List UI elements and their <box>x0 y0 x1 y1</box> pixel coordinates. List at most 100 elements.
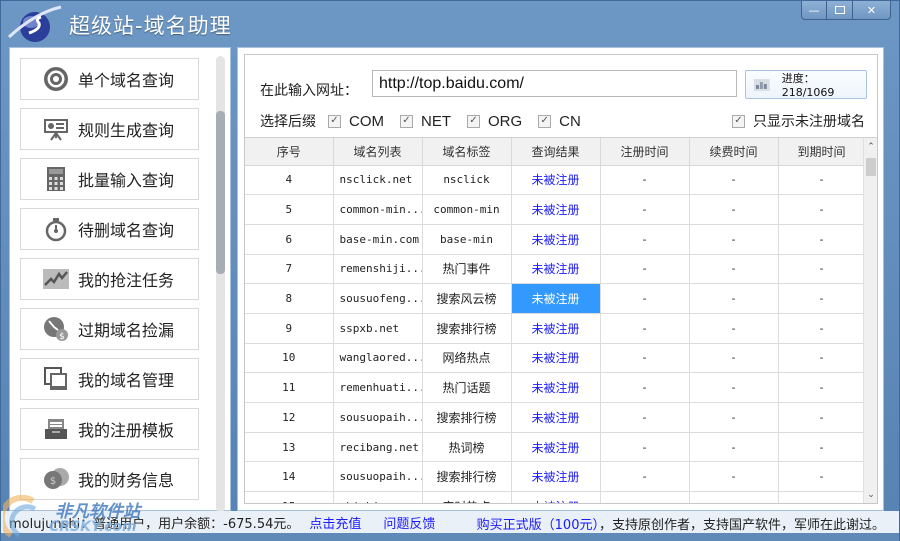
close-button[interactable]: ✕ <box>853 1 891 20</box>
cell-renew-time[interactable]: - <box>689 165 779 196</box>
cell-reg-time[interactable]: - <box>600 402 690 433</box>
scroll-up-icon[interactable]: ⌃ <box>864 140 877 154</box>
table-row[interactable]: 13 recibang.net 热词榜 未被注册 - - - <box>245 432 866 463</box>
cell-expire-time[interactable]: - <box>778 432 866 463</box>
cell-domain[interactable]: sousuopaih... <box>333 402 423 433</box>
cell-no[interactable]: 13 <box>245 432 334 463</box>
cell-reg-time[interactable]: - <box>600 194 690 225</box>
cell-renew-time[interactable]: - <box>689 313 779 344</box>
sidebar-item-reg-templates[interactable]: 我的注册模板 <box>20 408 199 450</box>
sidebar-item-snipe-tasks[interactable]: 我的抢注任务 <box>20 258 199 300</box>
sidebar-item-expired-domains[interactable]: $ 过期域名捡漏 <box>20 308 199 350</box>
cell-expire-time[interactable]: - <box>778 224 866 255</box>
sidebar-item-pending-delete-query[interactable]: 待删域名查询 <box>20 208 199 250</box>
cell-no[interactable]: 11 <box>245 372 334 403</box>
cell-result[interactable]: 未被注册 <box>511 254 601 285</box>
cell-tag[interactable]: 搜索排行榜 <box>422 402 512 433</box>
cell-reg-time[interactable]: - <box>600 224 690 255</box>
cell-expire-time[interactable]: - <box>778 343 866 374</box>
cell-tag[interactable]: 搜索排行榜 <box>422 461 512 493</box>
cell-domain[interactable]: common-min... <box>333 194 423 225</box>
cell-result[interactable]: 未被注册 <box>511 165 601 196</box>
cell-no[interactable]: 5 <box>245 194 334 225</box>
cell-result[interactable]: 未被注册 <box>511 194 601 225</box>
cell-expire-time[interactable]: - <box>778 165 866 196</box>
cell-result[interactable]: 未被注册 <box>511 224 601 255</box>
cell-domain[interactable]: remenhuati... <box>333 372 423 403</box>
cell-tag[interactable]: 热门话题 <box>422 372 512 403</box>
cell-reg-time[interactable]: - <box>600 432 690 463</box>
cell-no[interactable]: 4 <box>245 165 334 196</box>
cell-domain[interactable]: wanglaored... <box>333 343 423 374</box>
cell-no[interactable]: 14 <box>245 461 334 493</box>
sidebar-item-batch-query[interactable]: 批量输入查询 <box>20 158 199 200</box>
cell-tag[interactable]: nsclick <box>422 165 512 196</box>
table-row[interactable]: 8 sousuofeng... 搜索风云榜 未被注册 - - - <box>245 283 866 314</box>
table-row[interactable]: 6 base-min.com base-min 未被注册 - - - <box>245 224 866 255</box>
cell-reg-time[interactable]: - <box>600 343 690 374</box>
cell-domain[interactable]: base-min.com <box>333 224 423 255</box>
cell-domain[interactable]: sousuopaih... <box>333 461 423 493</box>
cell-tag[interactable]: common-min <box>422 194 512 225</box>
sidebar-item-rule-query[interactable]: 规则生成查询 <box>20 108 199 150</box>
suffix-com-checkbox[interactable]: ✓ COM <box>328 113 384 130</box>
cell-expire-time[interactable]: - <box>778 402 866 433</box>
progress-button[interactable]: 进度：218/1069 <box>745 70 867 99</box>
cell-renew-time[interactable]: - <box>689 194 779 225</box>
cell-expire-time[interactable]: - <box>778 254 866 285</box>
only-unregistered-checkbox[interactable]: ✓ 只显示未注册域名 <box>732 111 865 131</box>
column-header-no[interactable]: 序号 <box>245 138 334 166</box>
cell-expire-time[interactable]: - <box>778 283 866 314</box>
cell-expire-time[interactable]: - <box>778 194 866 225</box>
minimize-button[interactable]: — <box>801 1 827 20</box>
checkmark-icon[interactable]: ✓ <box>467 114 480 128</box>
cell-renew-time[interactable]: - <box>689 372 779 403</box>
cell-no[interactable]: 9 <box>245 313 334 344</box>
table-row[interactable]: 15shishire...实时热点未被注册 <box>245 491 866 503</box>
sidebar-item-my-domains[interactable]: 我的域名管理 <box>20 358 199 400</box>
cell-domain[interactable]: sousuofeng... <box>333 283 423 314</box>
checkmark-icon[interactable]: ✓ <box>328 114 341 128</box>
url-input[interactable] <box>372 70 737 97</box>
table-scrollbar-thumb[interactable] <box>866 158 876 176</box>
checkmark-icon[interactable]: ✓ <box>538 114 552 128</box>
sidebar-scrollbar[interactable] <box>216 56 225 512</box>
cell-result[interactable]: 未被注册 <box>511 313 601 344</box>
cell-reg-time[interactable]: - <box>600 283 690 314</box>
cell-renew-time[interactable]: - <box>689 283 779 314</box>
cell-tag[interactable]: 搜索排行榜 <box>422 313 512 344</box>
column-header-tag[interactable]: 域名标签 <box>422 138 512 166</box>
cell-reg-time[interactable]: - <box>600 313 690 344</box>
cell-no[interactable]: 6 <box>245 224 334 255</box>
cell-tag[interactable]: 搜索风云榜 <box>422 283 512 314</box>
cell-renew-time[interactable]: - <box>689 402 779 433</box>
cell-result[interactable]: 未被注册 <box>511 491 601 503</box>
sidebar-item-single-query[interactable]: 单个域名查询 <box>20 58 199 100</box>
cell-expire-time[interactable] <box>778 491 866 503</box>
checkmark-icon[interactable]: ✓ <box>732 114 745 128</box>
suffix-cn-checkbox[interactable]: ✓ CN <box>538 113 581 130</box>
cell-tag[interactable]: base-min <box>422 224 512 255</box>
table-row[interactable]: 11 remenhuati... 热门话题 未被注册 - - - <box>245 372 866 403</box>
cell-result[interactable]: 未被注册 <box>511 283 601 314</box>
cell-renew-time[interactable]: - <box>689 224 779 255</box>
maximize-button[interactable] <box>827 1 853 20</box>
cell-tag[interactable]: 热词榜 <box>422 432 512 463</box>
cell-result[interactable]: 未被注册 <box>511 343 601 374</box>
title-bar[interactable]: 超级站-域名助理 — ✕ <box>1 1 900 45</box>
cell-reg-time[interactable]: - <box>600 254 690 285</box>
cell-renew-time[interactable]: - <box>689 343 779 374</box>
cell-tag[interactable]: 网络热点 <box>422 343 512 374</box>
cell-domain[interactable]: remenshiji... <box>333 254 423 285</box>
cell-result[interactable]: 未被注册 <box>511 461 601 493</box>
suffix-org-checkbox[interactable]: ✓ ORG <box>467 113 522 130</box>
cell-no[interactable]: 12 <box>245 402 334 433</box>
cell-expire-time[interactable]: - <box>778 461 866 493</box>
cell-tag[interactable]: 实时热点 <box>422 491 512 503</box>
cell-domain[interactable]: nsclick.net <box>333 165 423 196</box>
cell-no[interactable]: 7 <box>245 254 334 285</box>
column-header-domain[interactable]: 域名列表 <box>333 138 423 166</box>
cell-renew-time[interactable]: - <box>689 254 779 285</box>
cell-expire-time[interactable]: - <box>778 372 866 403</box>
cell-domain[interactable]: shishire... <box>333 491 423 503</box>
